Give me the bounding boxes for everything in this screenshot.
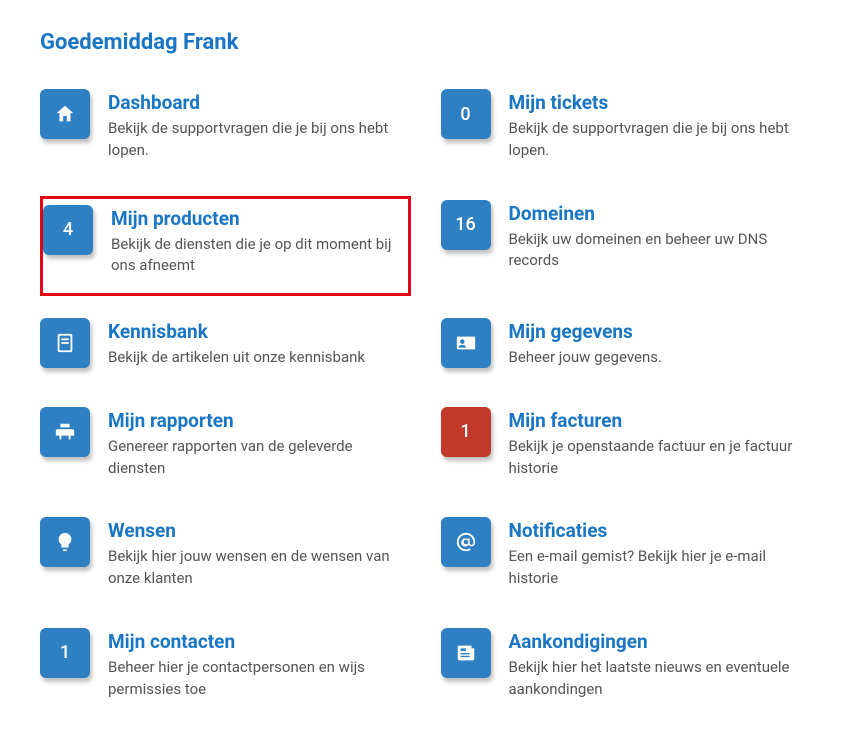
- book-icon: [54, 332, 76, 354]
- card-title: Kennisbank: [108, 320, 405, 343]
- card-desc: Bekijk uw domeinen en beheer uw DNS reco…: [509, 229, 806, 273]
- card-dashboard[interactable]: Dashboard Bekijk de supportvragen die je…: [40, 85, 411, 178]
- card-desc: Bekijk de artikelen uit onze kennisbank: [108, 347, 405, 369]
- card-desc: Genereer rapporten van de geleverde dien…: [108, 436, 405, 480]
- card-notifications[interactable]: Notificaties Een e-mail gemist? Bekijk h…: [441, 513, 812, 606]
- card-desc: Een e-mail gemist? Bekijk hier je e-mail…: [509, 546, 806, 590]
- tile-contacts: 1: [40, 628, 90, 678]
- card-title: Aankondigingen: [509, 630, 806, 653]
- card-wishes[interactable]: Wensen Bekijk hier jouw wensen en de wen…: [40, 513, 411, 606]
- card-desc: Bekijk je openstaande factuur en je fact…: [509, 436, 806, 480]
- tile-notifications: [441, 517, 491, 567]
- card-mydata[interactable]: Mijn gegevens Beheer jouw gegevens.: [441, 314, 812, 385]
- card-desc: Bekijk hier jouw wensen en de wensen van…: [108, 546, 405, 590]
- card-title: Mijn facturen: [509, 409, 806, 432]
- tile-kb: [40, 318, 90, 368]
- card-title: Dashboard: [108, 91, 405, 114]
- tile-domains: 16: [441, 200, 491, 250]
- card-reports[interactable]: Mijn rapporten Genereer rapporten van de…: [40, 403, 411, 496]
- id-card-icon: [455, 332, 477, 354]
- print-icon: [54, 421, 76, 443]
- card-desc: Bekijk de diensten die je op dit moment …: [111, 234, 402, 278]
- tile-mydata: [441, 318, 491, 368]
- tile-announcements: [441, 628, 491, 678]
- card-title: Mijn contacten: [108, 630, 405, 653]
- tile-dashboard: [40, 89, 90, 139]
- card-title: Notificaties: [509, 519, 806, 542]
- card-title: Mijn rapporten: [108, 409, 405, 432]
- greeting-title: Goedemiddag Frank: [40, 30, 811, 55]
- card-tickets[interactable]: 0 Mijn tickets Bekijk de supportvragen d…: [441, 85, 812, 178]
- bulb-icon: [54, 531, 76, 553]
- tile-wishes: [40, 517, 90, 567]
- home-icon: [54, 103, 76, 125]
- card-title: Mijn gegevens: [509, 320, 806, 343]
- card-kb[interactable]: Kennisbank Bekijk de artikelen uit onze …: [40, 314, 411, 385]
- card-desc: Bekijk de supportvragen die je bij ons h…: [108, 118, 405, 162]
- card-invoices[interactable]: 1 Mijn facturen Bekijk je openstaande fa…: [441, 403, 812, 496]
- tile-invoices: 1: [441, 407, 491, 457]
- card-desc: Bekijk hier het laatste nieuws en eventu…: [509, 657, 806, 701]
- card-announcements[interactable]: Aankondigingen Bekijk hier het laatste n…: [441, 624, 812, 717]
- card-title: Wensen: [108, 519, 405, 542]
- tile-tickets: 0: [441, 89, 491, 139]
- tile-reports: [40, 407, 90, 457]
- at-icon: [455, 531, 477, 553]
- card-desc: Bekijk de supportvragen die je bij ons h…: [509, 118, 806, 162]
- card-title: Mijn producten: [111, 207, 402, 230]
- card-title: Domeinen: [509, 202, 806, 225]
- card-desc: Beheer hier je contactpersonen en wijs p…: [108, 657, 405, 701]
- card-contacts[interactable]: 1 Mijn contacten Beheer hier je contactp…: [40, 624, 411, 717]
- tile-products: 4: [43, 205, 93, 255]
- card-products[interactable]: 4 Mijn producten Bekijk de diensten die …: [40, 196, 411, 297]
- card-title: Mijn tickets: [509, 91, 806, 114]
- dashboard-grid: Dashboard Bekijk de supportvragen die je…: [40, 85, 811, 716]
- news-icon: [455, 642, 477, 664]
- card-domains[interactable]: 16 Domeinen Bekijk uw domeinen en beheer…: [441, 196, 812, 297]
- card-desc: Beheer jouw gegevens.: [509, 347, 806, 369]
